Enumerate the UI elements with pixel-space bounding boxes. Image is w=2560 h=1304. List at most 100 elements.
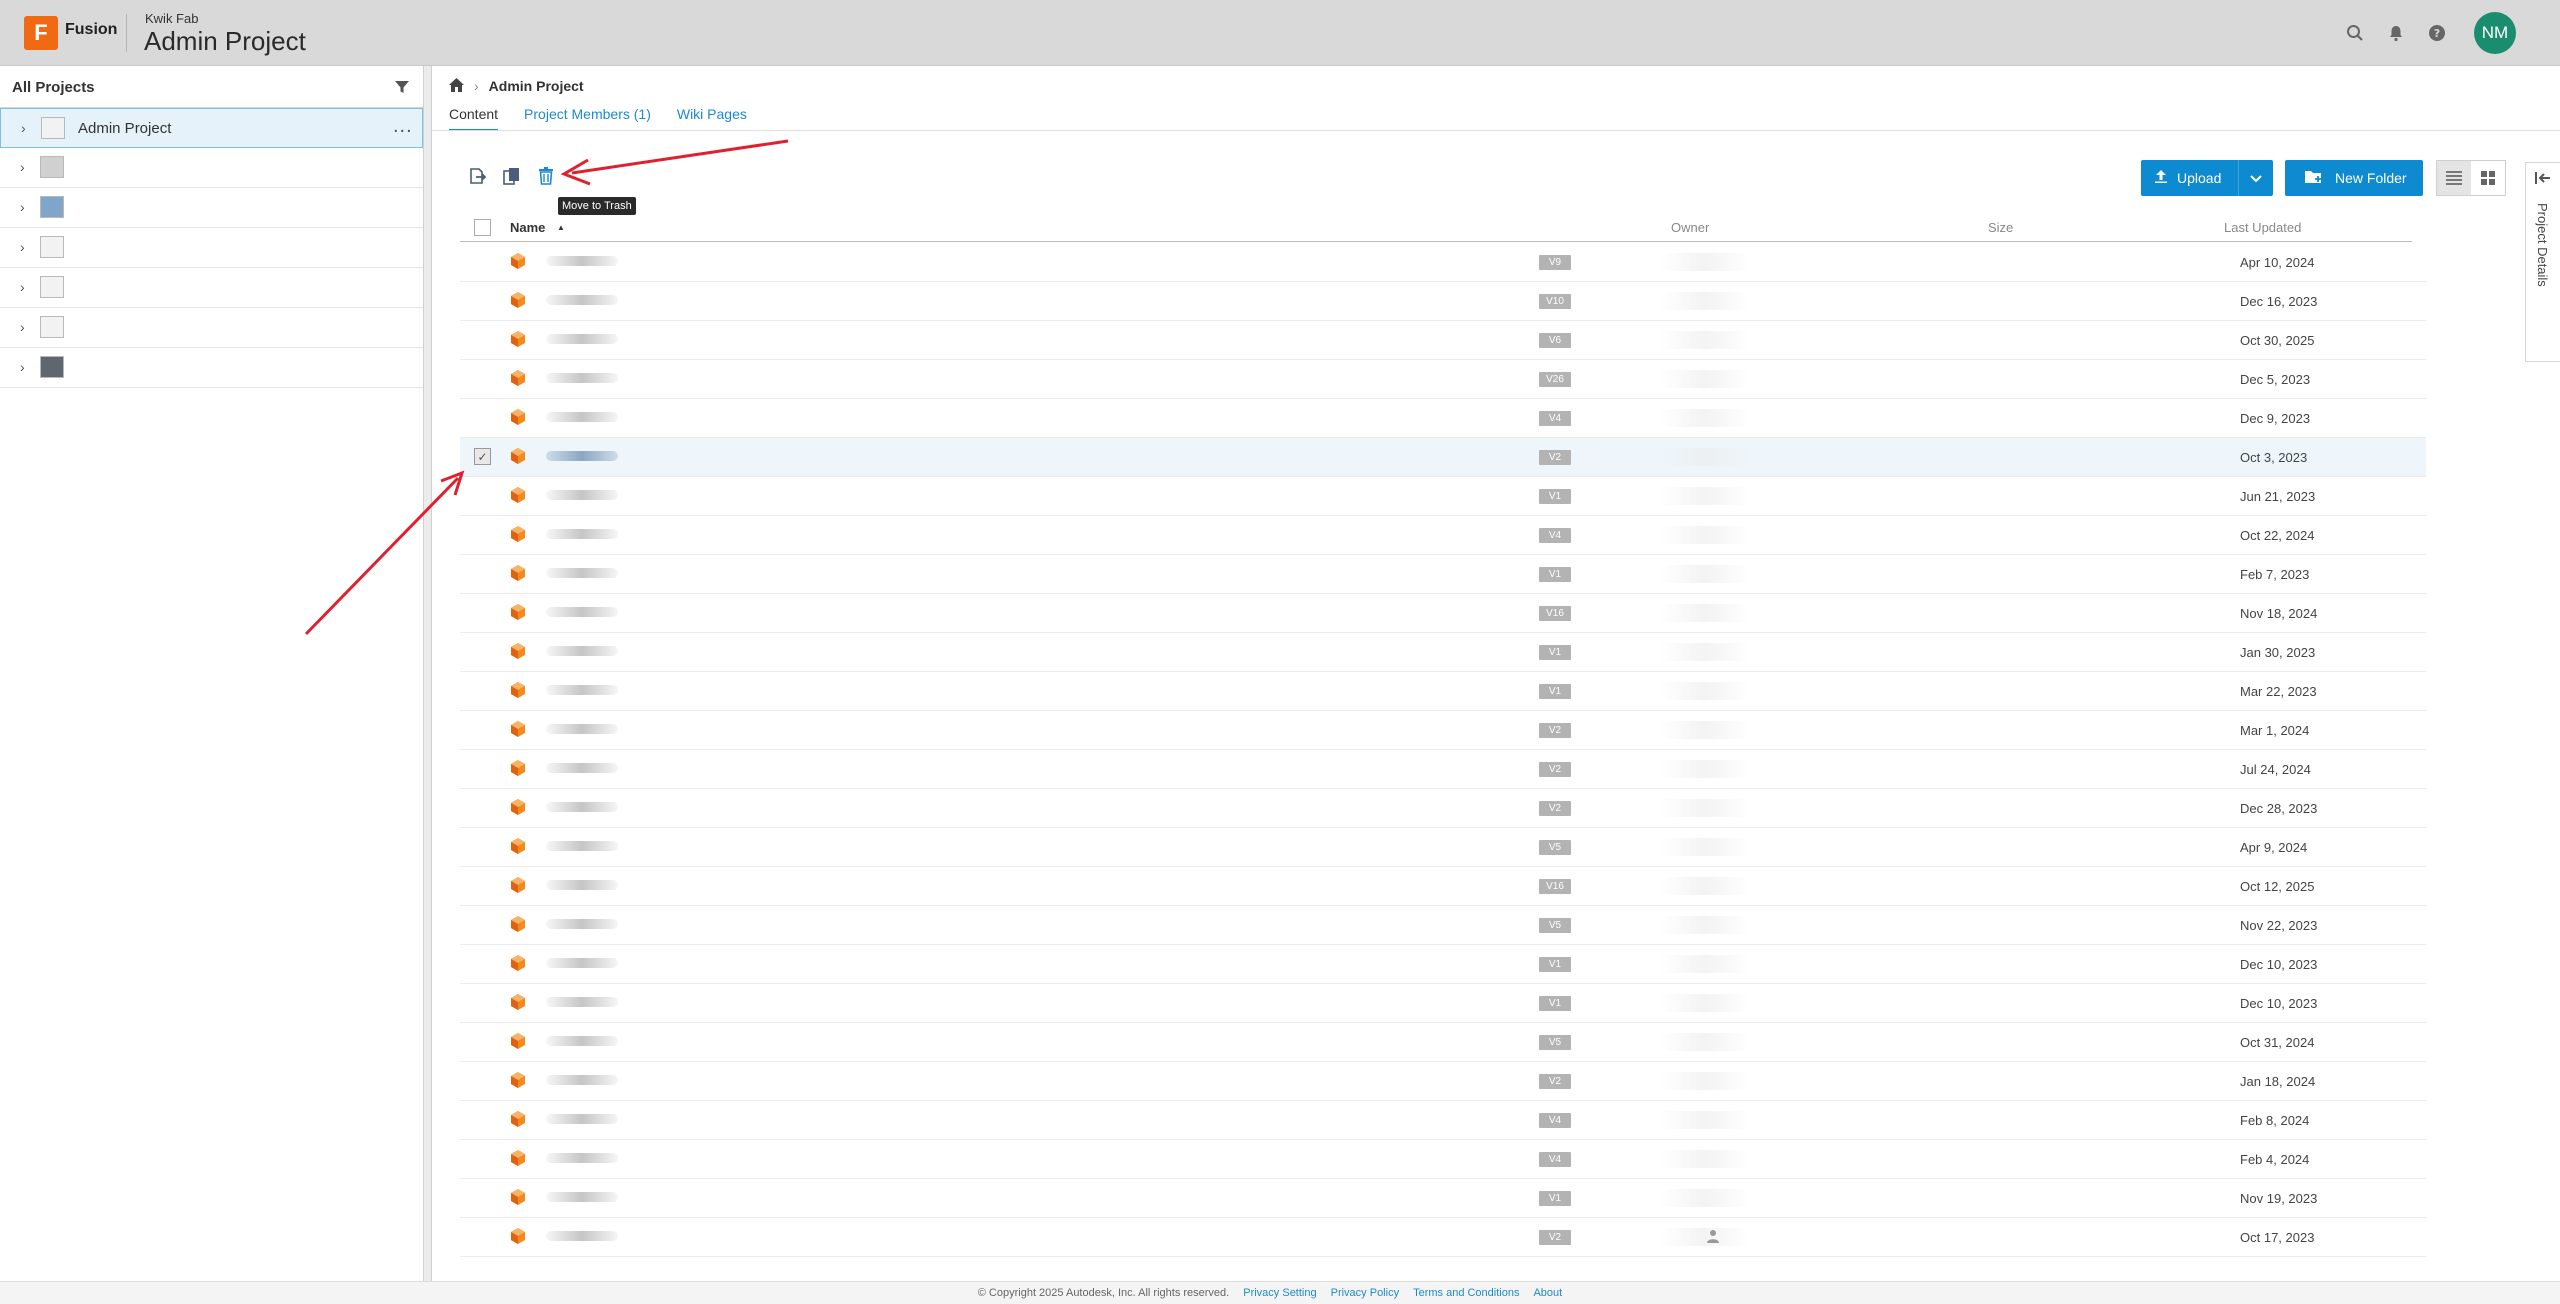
collapse-panel-icon[interactable] [2535, 171, 2551, 189]
table-row[interactable]: V4 Feb 4, 2024 [460, 1140, 2426, 1179]
chevron-right-icon[interactable]: › [20, 359, 25, 375]
version-badge[interactable]: V2 [1539, 723, 1571, 738]
about-link[interactable]: About [1533, 1287, 1562, 1299]
copy-icon[interactable] [502, 166, 522, 186]
redacted-file-name[interactable] [546, 1075, 618, 1085]
column-name[interactable]: Name [510, 220, 545, 235]
redacted-file-name[interactable] [546, 607, 618, 617]
redacted-file-name[interactable] [546, 646, 618, 656]
version-badge[interactable]: V4 [1539, 1152, 1571, 1167]
table-row[interactable]: V1 Dec 10, 2023 [460, 945, 2426, 984]
redacted-file-name[interactable] [546, 568, 618, 578]
version-badge[interactable]: V1 [1539, 996, 1571, 1011]
sort-asc-icon[interactable]: ▲ [557, 223, 565, 232]
version-badge[interactable]: V4 [1539, 528, 1571, 543]
table-row[interactable]: V1 Dec 10, 2023 [460, 984, 2426, 1023]
chevron-right-icon[interactable]: › [20, 279, 25, 295]
table-row[interactable]: V5 Apr 9, 2024 [460, 828, 2426, 867]
table-row[interactable]: ✓ V2 Oct 3, 2023 [460, 438, 2426, 477]
column-owner[interactable]: Owner [1671, 220, 1709, 235]
grid-view-icon[interactable] [2471, 161, 2505, 195]
table-row[interactable]: V2 Dec 28, 2023 [460, 789, 2426, 828]
redacted-file-name[interactable] [546, 919, 618, 929]
privacy-setting-link[interactable]: Privacy Setting [1243, 1287, 1316, 1299]
row-checkbox[interactable]: ✓ [474, 448, 491, 465]
project-tree-item[interactable]: › [0, 348, 423, 388]
version-badge[interactable]: V1 [1539, 645, 1571, 660]
version-badge[interactable]: V26 [1539, 372, 1571, 387]
redacted-file-name[interactable] [546, 802, 618, 812]
chevron-right-icon[interactable]: › [20, 159, 25, 175]
redacted-file-name[interactable] [546, 373, 618, 383]
table-row[interactable]: V26 Dec 5, 2023 [460, 360, 2426, 399]
redacted-file-name[interactable] [546, 1231, 618, 1241]
table-row[interactable]: V4 Oct 22, 2024 [460, 516, 2426, 555]
table-row[interactable]: V6 Oct 30, 2025 [460, 321, 2426, 360]
tab-content[interactable]: Content [449, 106, 499, 131]
table-row[interactable]: V2 Mar 1, 2024 [460, 711, 2426, 750]
column-size[interactable]: Size [1988, 220, 2013, 235]
redacted-file-name[interactable] [546, 685, 618, 695]
table-row[interactable]: V16 Nov 18, 2024 [460, 594, 2426, 633]
version-badge[interactable]: V2 [1539, 801, 1571, 816]
tab-wiki-pages[interactable]: Wiki Pages [677, 106, 747, 131]
redacted-file-name[interactable] [546, 958, 618, 968]
hub-name[interactable]: Kwik Fab [145, 11, 198, 26]
table-row[interactable]: V5 Nov 22, 2023 [460, 906, 2426, 945]
version-badge[interactable]: V16 [1539, 879, 1571, 894]
table-row[interactable]: V2 Jul 24, 2024 [460, 750, 2426, 789]
table-row[interactable]: V5 Oct 31, 2024 [460, 1023, 2426, 1062]
redacted-file-name[interactable] [546, 334, 618, 344]
panel-splitter[interactable] [424, 66, 432, 1281]
version-badge[interactable]: V16 [1539, 606, 1571, 621]
version-badge[interactable]: V2 [1539, 1230, 1571, 1245]
version-badge[interactable]: V1 [1539, 957, 1571, 972]
version-badge[interactable]: V2 [1539, 450, 1571, 465]
redacted-file-name[interactable] [546, 1192, 618, 1202]
version-badge[interactable]: V6 [1539, 333, 1571, 348]
project-tree-item[interactable]: › Admin Project... [0, 108, 423, 148]
version-badge[interactable]: V9 [1539, 255, 1571, 270]
table-row[interactable]: V1 Jan 30, 2023 [460, 633, 2426, 672]
redacted-file-name[interactable] [546, 997, 618, 1007]
bell-icon[interactable] [2384, 21, 2408, 45]
redacted-file-name[interactable] [546, 1114, 618, 1124]
trash-icon[interactable] [536, 166, 556, 186]
redacted-file-name[interactable] [546, 451, 618, 461]
upload-dropdown[interactable] [2239, 170, 2273, 186]
version-badge[interactable]: V5 [1539, 840, 1571, 855]
project-details-tab[interactable]: Project Details [2525, 162, 2560, 362]
home-icon[interactable] [449, 77, 464, 95]
version-badge[interactable]: V5 [1539, 1035, 1571, 1050]
version-badge[interactable]: V1 [1539, 567, 1571, 582]
table-row[interactable]: V2 Oct 17, 2023 [460, 1218, 2426, 1257]
redacted-file-name[interactable] [546, 763, 618, 773]
chevron-right-icon[interactable]: › [20, 199, 25, 215]
version-badge[interactable]: V10 [1539, 294, 1571, 309]
privacy-policy-link[interactable]: Privacy Policy [1331, 1287, 1399, 1299]
redacted-file-name[interactable] [546, 724, 618, 734]
chevron-right-icon[interactable]: › [20, 239, 25, 255]
table-row[interactable]: V1 Jun 21, 2023 [460, 477, 2426, 516]
redacted-file-name[interactable] [546, 529, 618, 539]
move-icon[interactable] [468, 166, 488, 186]
table-row[interactable]: V1 Mar 22, 2023 [460, 672, 2426, 711]
select-all-checkbox[interactable] [474, 219, 491, 236]
redacted-file-name[interactable] [546, 490, 618, 500]
column-last-updated[interactable]: Last Updated [2224, 220, 2301, 235]
version-badge[interactable]: V5 [1539, 918, 1571, 933]
search-icon[interactable] [2343, 21, 2367, 45]
chevron-right-icon[interactable]: › [20, 319, 25, 335]
terms-link[interactable]: Terms and Conditions [1413, 1287, 1519, 1299]
upload-button[interactable]: Upload [2141, 160, 2273, 196]
redacted-file-name[interactable] [546, 1036, 618, 1046]
table-row[interactable]: V1 Feb 7, 2023 [460, 555, 2426, 594]
project-tree-item[interactable]: › [0, 228, 423, 268]
version-badge[interactable]: V1 [1539, 489, 1571, 504]
redacted-file-name[interactable] [546, 1153, 618, 1163]
version-badge[interactable]: V4 [1539, 1113, 1571, 1128]
version-badge[interactable]: V1 [1539, 684, 1571, 699]
chevron-right-icon[interactable]: › [21, 120, 26, 136]
redacted-file-name[interactable] [546, 256, 618, 266]
redacted-file-name[interactable] [546, 880, 618, 890]
